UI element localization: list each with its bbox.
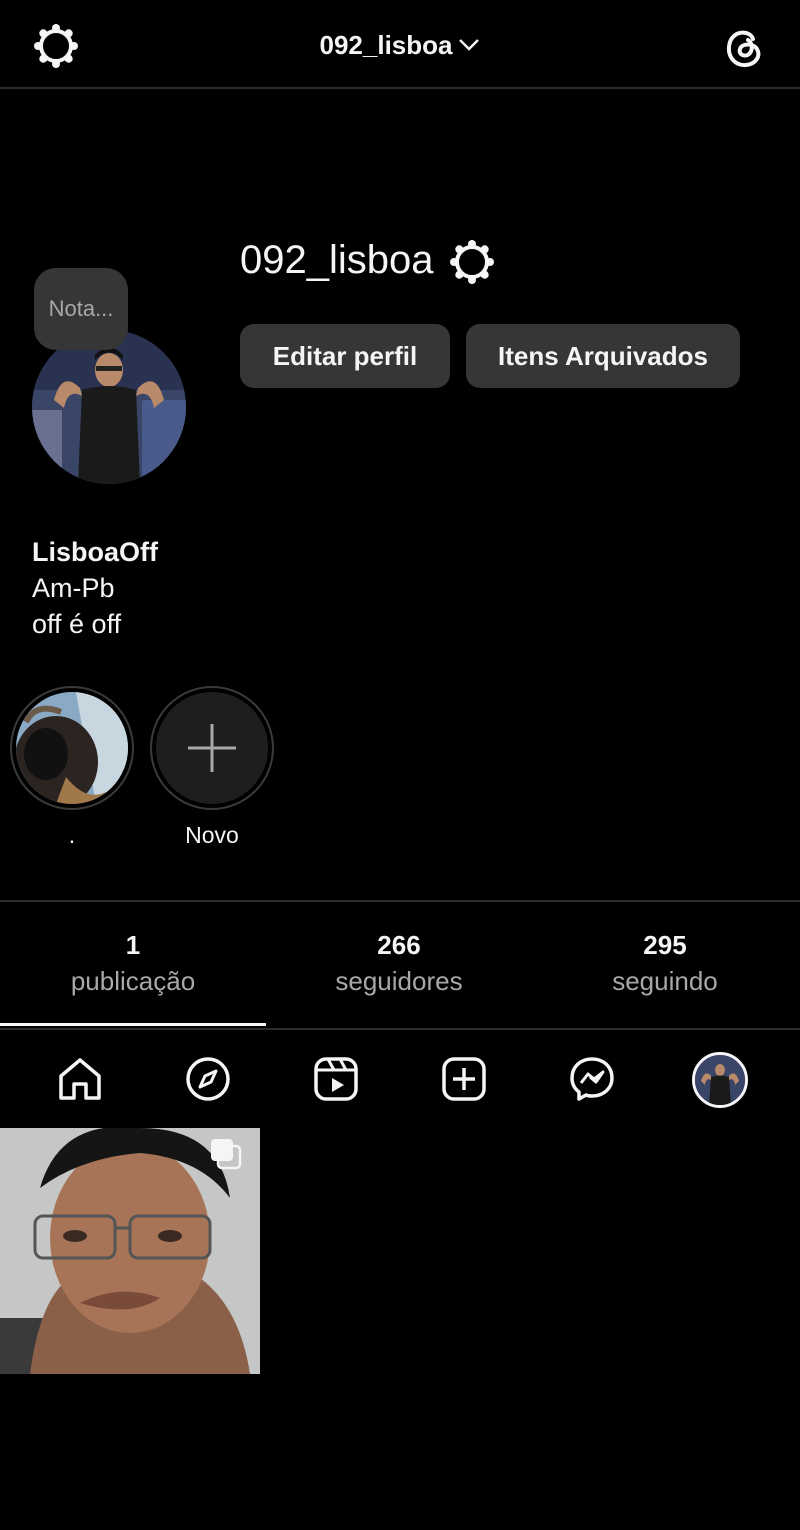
stat-label: publicação [70, 966, 196, 996]
bio-line: Am-Pb [32, 573, 115, 603]
account-switcher[interactable]: 092_lisboa [0, 30, 800, 61]
profile-avatar-nav[interactable] [692, 1052, 748, 1108]
edit-profile-label: Editar perfil [272, 341, 418, 371]
note-placeholder: Nota... [48, 296, 114, 321]
bottom-nav [0, 1028, 800, 1128]
create-icon[interactable] [439, 1054, 489, 1104]
highlight-ring [150, 686, 274, 810]
display-name: LisboaOff [32, 537, 158, 567]
bio-line: off é off [32, 609, 122, 639]
stat-followers[interactable]: 266 seguidores [266, 928, 532, 1000]
reels-icon[interactable] [311, 1054, 361, 1104]
stat-label: seguidores [335, 966, 463, 996]
active-tab-indicator [0, 1023, 266, 1026]
explore-icon[interactable] [183, 1054, 233, 1104]
highlight-item[interactable]: . [10, 686, 134, 849]
chevron-down-icon [458, 28, 480, 59]
profile-bio: LisboaOff Am-Pb off é off [32, 534, 158, 642]
messenger-icon[interactable] [567, 1054, 617, 1104]
stat-value: 1 [125, 930, 141, 960]
stat-following[interactable]: 295 seguindo [532, 928, 798, 1000]
highlight-label: Novo [185, 822, 239, 848]
new-highlight-button[interactable]: Novo [150, 686, 274, 849]
home-icon[interactable] [55, 1054, 105, 1104]
threads-icon[interactable] [720, 22, 768, 70]
stat-value: 295 [643, 930, 687, 960]
stat-value: 266 [377, 930, 421, 960]
top-bar: 092_lisboa [0, 0, 800, 89]
note-bubble[interactable]: Nota... [34, 268, 128, 350]
edit-profile-button[interactable]: Editar perfil [240, 324, 450, 388]
profile-avatar[interactable] [32, 330, 186, 484]
highlight-label: . [68, 822, 76, 848]
header-username: 092_lisboa [319, 30, 453, 60]
plus-icon [156, 692, 268, 804]
highlight-ring [10, 686, 134, 810]
profile-username: 092_lisboa [240, 238, 434, 282]
archived-items-button[interactable]: Itens Arquivados [466, 324, 740, 388]
archived-items-label: Itens Arquivados [498, 341, 708, 371]
profile-stats: 1 publicação 266 seguidores 295 seguindo [0, 900, 800, 1026]
highlight-cover [16, 692, 128, 804]
multiple-images-icon [208, 1136, 242, 1170]
stat-posts[interactable]: 1 publicação [0, 928, 266, 1000]
post-thumbnail[interactable] [0, 1128, 260, 1374]
stat-label: seguindo [612, 966, 718, 996]
options-gear-icon[interactable] [448, 238, 496, 286]
